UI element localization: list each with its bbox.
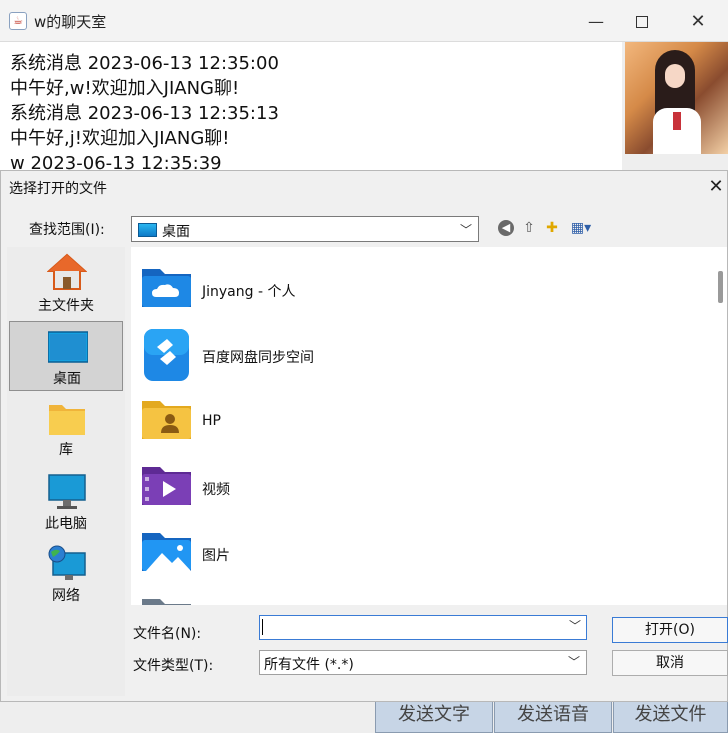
dialog-titlebar: 选择打开的文件 ✕ xyxy=(1,171,727,203)
view-menu-icon[interactable]: ▦▾ xyxy=(567,219,595,237)
pictures-folder-icon xyxy=(142,533,191,571)
places-sidebar: 主文件夹 桌面 库 此电脑 网络 xyxy=(7,247,125,696)
chevron-down-icon: ﹀ xyxy=(459,223,472,237)
close-button[interactable]: ✕ xyxy=(675,9,721,35)
look-in-label: 查找范围(I): xyxy=(29,222,105,238)
chat-message: 系统消息 2023-06-13 12:35:13 xyxy=(10,103,279,124)
chat-message-log[interactable]: 系统消息 2023-06-13 12:35:00 中午好,w!欢迎加入JIANG… xyxy=(0,42,622,170)
filetype-dropdown[interactable]: 所有文件 (*.*) ﹀ xyxy=(259,650,587,675)
send-file-button[interactable]: 发送文件 xyxy=(613,697,728,733)
cancel-button[interactable]: 取消 xyxy=(612,650,728,676)
chat-message: 中午好,w!欢迎加入JIANG聊! xyxy=(10,78,240,99)
chat-message: 系统消息 2023-06-13 12:35:00 xyxy=(10,53,279,74)
place-label: 桌面 xyxy=(53,371,81,387)
list-item[interactable] xyxy=(131,587,691,605)
place-label: 此电脑 xyxy=(45,516,87,532)
user-folder-icon xyxy=(142,401,191,439)
avatar xyxy=(625,42,728,154)
network-icon xyxy=(48,545,86,580)
filename-label: 文件名(N): xyxy=(133,626,202,642)
file-name: HP xyxy=(202,413,221,429)
place-label: 网络 xyxy=(52,588,80,604)
chevron-down-icon: ﹀ xyxy=(567,655,580,669)
place-label: 主文件夹 xyxy=(38,298,94,314)
computer-icon xyxy=(48,474,86,509)
up-folder-icon[interactable]: ⇧ xyxy=(520,219,538,237)
place-library[interactable]: 库 xyxy=(9,395,123,465)
home-icon xyxy=(47,253,87,290)
filetype-label: 文件类型(T): xyxy=(133,658,214,674)
chat-window-title: w的聊天室 xyxy=(34,13,107,31)
file-chooser-dialog: 选择打开的文件 ✕ 查找范围(I): 桌面 ﹀ ◀ ⇧ ✚ ▦▾ 主文件夹 桌面 xyxy=(0,170,728,702)
send-voice-button[interactable]: 发送语音 xyxy=(494,697,612,733)
look-in-dropdown[interactable]: 桌面 ﹀ xyxy=(131,216,479,242)
maximize-button[interactable] xyxy=(619,9,665,35)
minimize-button[interactable]: — xyxy=(573,9,619,35)
list-item[interactable]: HP xyxy=(131,389,691,455)
new-folder-icon[interactable]: ✚ xyxy=(543,219,561,237)
send-text-button[interactable]: 发送文字 xyxy=(375,697,493,733)
file-name: 百度网盘同步空间 xyxy=(202,350,314,366)
list-item[interactable]: 图片 xyxy=(131,521,691,587)
chat-message: 中午好,j!欢迎加入JIANG聊! xyxy=(10,128,230,149)
place-network[interactable]: 网络 xyxy=(9,541,123,611)
file-name: 视频 xyxy=(202,482,230,498)
place-computer[interactable]: 此电脑 xyxy=(9,469,123,539)
list-item[interactable]: 百度网盘同步空间 xyxy=(131,323,691,389)
desktop-icon xyxy=(138,223,157,237)
list-item[interactable]: Jinyang - 个人 xyxy=(131,257,691,323)
back-icon[interactable]: ◀ xyxy=(498,220,514,236)
place-label: 库 xyxy=(59,442,73,458)
file-list[interactable]: Jinyang - 个人 百度网盘同步空间 HP 视频 图片 xyxy=(131,247,727,605)
desktop-icon xyxy=(48,331,88,363)
open-button[interactable]: 打开(O) xyxy=(612,617,728,643)
scrollbar-thumb[interactable] xyxy=(718,271,723,303)
look-in-value: 桌面 xyxy=(162,224,190,240)
library-folder-icon xyxy=(49,405,85,435)
file-name: Jinyang - 个人 xyxy=(202,284,296,300)
dialog-title: 选择打开的文件 xyxy=(9,181,107,197)
onedrive-folder-icon xyxy=(142,269,191,307)
folder-icon xyxy=(142,599,191,605)
file-name: 图片 xyxy=(202,548,230,564)
chat-message: w 2023-06-13 12:35:39 xyxy=(10,153,222,170)
list-item[interactable]: 视频 xyxy=(131,455,691,521)
java-cup-icon: ☕ xyxy=(9,12,27,30)
place-desktop[interactable]: 桌面 xyxy=(9,321,123,391)
dialog-close-button[interactable]: ✕ xyxy=(704,175,728,199)
videos-folder-icon xyxy=(142,467,191,505)
filetype-value: 所有文件 (*.*) xyxy=(264,657,354,673)
maximize-icon xyxy=(636,16,648,28)
filename-input[interactable] xyxy=(259,615,587,640)
chat-titlebar: ☕ w的聊天室 — ✕ xyxy=(0,0,728,42)
baidu-netdisk-icon xyxy=(144,329,189,381)
place-home[interactable]: 主文件夹 xyxy=(9,249,123,319)
